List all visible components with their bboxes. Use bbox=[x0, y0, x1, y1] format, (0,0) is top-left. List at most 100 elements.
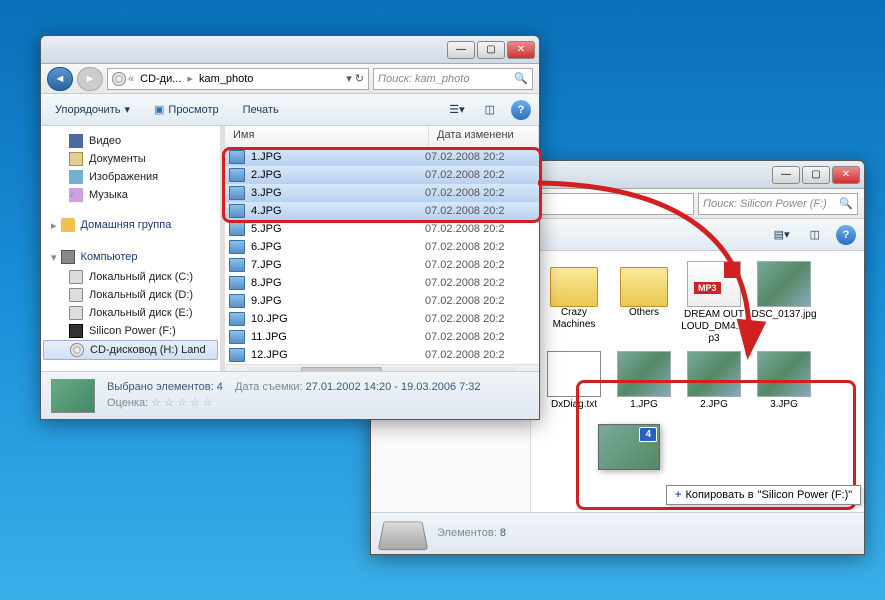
disk-icon bbox=[69, 270, 83, 284]
file-icon-pane[interactable]: Crazy MachinesOthersMP3DREAM OUT LOUD_DM… bbox=[531, 251, 864, 512]
sidebar-drive-f[interactable]: Silicon Power (F:) bbox=[41, 322, 220, 340]
print-button[interactable]: Печать bbox=[237, 102, 285, 118]
image-file-icon bbox=[229, 312, 245, 326]
breadcrumb-item[interactable]: kam_photo bbox=[195, 73, 257, 85]
music-icon bbox=[69, 188, 83, 202]
search-input[interactable]: Поиск: Silicon Power (F:) 🔍 bbox=[698, 193, 858, 215]
file-row[interactable]: 3.JPG07.02.2008 20:2 bbox=[225, 184, 539, 202]
chevron-right-icon[interactable]: « bbox=[128, 73, 134, 85]
scrollbar-thumb[interactable] bbox=[301, 367, 382, 372]
file-label: Crazy Machines bbox=[540, 307, 608, 331]
scroll-left-icon[interactable]: ◂ bbox=[225, 367, 231, 371]
search-input[interactable]: Поиск: kam_photo 🔍 bbox=[373, 68, 533, 90]
sidebar-drive-d[interactable]: Локальный диск (D:) bbox=[41, 286, 220, 304]
column-name[interactable]: Имя bbox=[225, 126, 429, 147]
file-row[interactable]: 1.JPG07.02.2008 20:2 bbox=[225, 148, 539, 166]
breadcrumb-item[interactable]: CD-ди... bbox=[136, 73, 185, 85]
column-date[interactable]: Дата изменени bbox=[429, 126, 539, 147]
file-row[interactable]: 4.JPG07.02.2008 20:2 bbox=[225, 202, 539, 220]
file-name: 12.JPG bbox=[251, 349, 425, 361]
column-headers[interactable]: Имя Дата изменени bbox=[225, 126, 539, 148]
toolbar-label: Печать bbox=[243, 104, 279, 116]
status-bar: Элементов: 8 bbox=[371, 512, 864, 554]
rating-stars[interactable]: ☆ ☆ ☆ ☆ ☆ bbox=[151, 397, 213, 409]
organize-button[interactable]: Упорядочить ▾ bbox=[49, 101, 136, 118]
sidebar-item-label: CD-дисковод (H:) Land bbox=[90, 344, 206, 356]
search-placeholder: Поиск: Silicon Power (F:) bbox=[703, 198, 827, 210]
nav-back-button[interactable]: ◄ bbox=[47, 67, 73, 91]
video-icon bbox=[69, 134, 83, 148]
image-file-icon bbox=[229, 240, 245, 254]
sidebar-documents[interactable]: Документы bbox=[41, 150, 220, 168]
sidebar-music[interactable]: Музыка bbox=[41, 186, 220, 204]
sidebar-drive-h[interactable]: CD-дисковод (H:) Land bbox=[43, 340, 218, 360]
file-name: 1.JPG bbox=[251, 151, 425, 163]
minimize-button[interactable] bbox=[772, 166, 800, 184]
image-file-icon bbox=[229, 150, 245, 164]
chevron-right-icon[interactable]: ▸ bbox=[187, 72, 193, 85]
file-row[interactable]: 7.JPG07.02.2008 20:2 bbox=[225, 256, 539, 274]
refresh-icon[interactable]: ▾ ↻ bbox=[346, 72, 364, 85]
sidebar-computer[interactable]: ▾Компьютер bbox=[41, 246, 220, 268]
address-bar[interactable]: « CD-ди... ▸ kam_photo ▾ ↻ bbox=[107, 68, 369, 90]
maximize-button[interactable] bbox=[802, 166, 830, 184]
help-button[interactable]: ? bbox=[836, 225, 856, 245]
preview-pane-button[interactable]: ◫ bbox=[806, 226, 824, 243]
sidebar-pictures[interactable]: Изображения bbox=[41, 168, 220, 186]
collapse-icon[interactable]: ▾ bbox=[51, 251, 57, 264]
file-row[interactable]: 8.JPG07.02.2008 20:2 bbox=[225, 274, 539, 292]
sidebar-drive-c[interactable]: Локальный диск (C:) bbox=[41, 268, 220, 286]
expand-icon[interactable]: ▸ bbox=[51, 219, 57, 232]
scroll-right-icon[interactable]: ▸ bbox=[533, 367, 539, 371]
document-icon bbox=[69, 152, 83, 166]
explorer-window-source[interactable]: ◄ ► « CD-ди... ▸ kam_photo ▾ ↻ Поиск: ka… bbox=[40, 35, 540, 420]
file-icon-item[interactable]: Crazy Machines bbox=[539, 261, 609, 345]
file-row[interactable]: 12.JPG07.02.2008 20:2 bbox=[225, 346, 539, 364]
horizontal-scrollbar[interactable]: ◂ ▸ bbox=[225, 364, 539, 371]
file-list-pane[interactable]: Имя Дата изменени 1.JPG07.02.2008 20:22.… bbox=[225, 126, 539, 371]
file-row[interactable]: 6.JPG07.02.2008 20:2 bbox=[225, 238, 539, 256]
titlebar[interactable] bbox=[41, 36, 539, 64]
file-icon-item[interactable]: DSC_0137.jpg bbox=[749, 261, 819, 345]
drive-icon bbox=[378, 521, 428, 550]
preview-pane-button[interactable]: ◫ bbox=[481, 101, 499, 118]
drag-preview: 4 bbox=[598, 424, 660, 470]
drag-tooltip-text: Копировать в bbox=[685, 489, 753, 501]
sidebar-videos[interactable]: Видео bbox=[41, 132, 220, 150]
file-label: DSC_0137.jpg bbox=[751, 309, 816, 321]
navigation-pane[interactable]: Видео Документы Изображения Музыка ▸Дома… bbox=[41, 126, 221, 371]
sidebar-item-label: Видео bbox=[89, 135, 121, 147]
close-button[interactable] bbox=[507, 41, 535, 59]
view-mode-button[interactable]: ☰▾ bbox=[445, 101, 468, 118]
help-button[interactable]: ? bbox=[511, 100, 531, 120]
cd-icon bbox=[70, 343, 84, 357]
minimize-button[interactable] bbox=[447, 41, 475, 59]
file-label: DxDiag.txt bbox=[551, 399, 597, 411]
file-icon-item[interactable]: 3.JPG bbox=[749, 351, 819, 411]
file-row[interactable]: 2.JPG07.02.2008 20:2 bbox=[225, 166, 539, 184]
file-row[interactable]: 10.JPG07.02.2008 20:2 bbox=[225, 310, 539, 328]
view-mode-button[interactable]: ▤▾ bbox=[770, 226, 794, 243]
drag-tooltip: + Копировать в "Silicon Power (F:)" bbox=[666, 485, 861, 505]
preview-button[interactable]: ▣ Просмотр bbox=[148, 101, 225, 118]
file-icon-item[interactable]: Others bbox=[609, 261, 679, 345]
maximize-button[interactable] bbox=[477, 41, 505, 59]
file-row[interactable]: 11.JPG07.02.2008 20:2 bbox=[225, 328, 539, 346]
sidebar-homegroup[interactable]: ▸Домашняя группа bbox=[41, 214, 220, 236]
image-file-icon bbox=[229, 330, 245, 344]
nav-forward-button[interactable]: ► bbox=[77, 67, 103, 91]
file-icon-item[interactable]: 2.JPG bbox=[679, 351, 749, 411]
close-button[interactable] bbox=[832, 166, 860, 184]
file-icon-item[interactable]: MP3DREAM OUT LOUD_DM4.mp3 bbox=[679, 261, 749, 345]
file-icon-item[interactable]: DxDiag.txt bbox=[539, 351, 609, 411]
file-row[interactable]: 9.JPG07.02.2008 20:2 bbox=[225, 292, 539, 310]
file-date: 07.02.2008 20:2 bbox=[425, 223, 535, 235]
file-name: 8.JPG bbox=[251, 277, 425, 289]
sidebar-drive-e[interactable]: Локальный диск (E:) bbox=[41, 304, 220, 322]
file-row[interactable]: 5.JPG07.02.2008 20:2 bbox=[225, 220, 539, 238]
file-icon-item[interactable]: 1.JPG bbox=[609, 351, 679, 411]
drag-count-badge: 4 bbox=[639, 427, 657, 442]
photo-thumbnail bbox=[757, 261, 811, 307]
file-label: DREAM OUT LOUD_DM4.mp3 bbox=[680, 309, 748, 345]
photo-thumbnail bbox=[617, 351, 671, 397]
